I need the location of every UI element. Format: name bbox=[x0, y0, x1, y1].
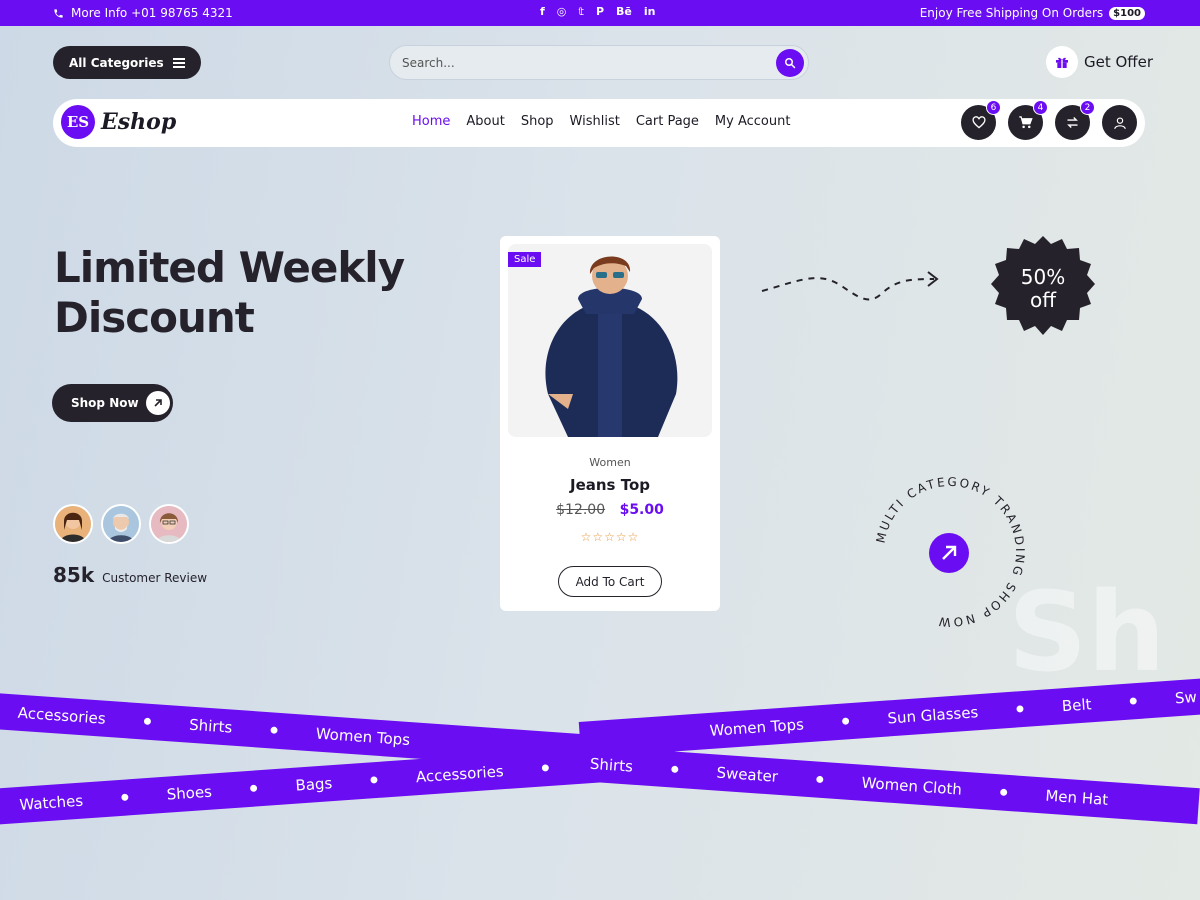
all-categories-button[interactable]: All Categories bbox=[53, 46, 201, 79]
get-offer-link[interactable]: Get Offer bbox=[1046, 46, 1153, 78]
ribbon-item[interactable]: Sw bbox=[1174, 688, 1197, 707]
category-ribbon-top-right: Women Tops ● Sun Glasses ● Belt ● Sw bbox=[578, 677, 1200, 758]
product-category[interactable]: Women bbox=[500, 456, 720, 469]
contact-info: More Info +01 98765 4321 bbox=[53, 6, 233, 20]
wishlist-count: 6 bbox=[986, 100, 1001, 115]
new-price: $5.00 bbox=[619, 502, 664, 518]
hero-title: Limited Weekly Discount bbox=[54, 243, 405, 342]
shipping-info: Enjoy Free Shipping On Orders $100 bbox=[920, 6, 1145, 20]
nav-item-home[interactable]: Home bbox=[412, 114, 450, 129]
logo-mark: ES bbox=[61, 105, 95, 139]
avatar bbox=[53, 504, 93, 544]
cart-button[interactable]: 4 bbox=[1008, 100, 1048, 140]
avatar bbox=[149, 504, 189, 544]
shipping-badge: $100 bbox=[1109, 6, 1145, 20]
linkedin-icon[interactable]: in bbox=[644, 5, 656, 18]
discount-percent: 50% bbox=[1021, 265, 1065, 289]
account-button[interactable] bbox=[1102, 105, 1137, 140]
behance-icon[interactable]: Bē bbox=[616, 5, 632, 18]
heart-icon bbox=[972, 115, 985, 129]
social-links: f ◎ 𝕥 P Bē in bbox=[540, 5, 656, 18]
ribbon-item[interactable]: Shirts bbox=[189, 716, 233, 737]
search-input[interactable] bbox=[402, 55, 776, 70]
gift-icon bbox=[1046, 46, 1078, 78]
shop-now-button[interactable]: Shop Now bbox=[52, 384, 173, 422]
sale-badge: Sale bbox=[508, 252, 542, 267]
instagram-icon[interactable]: ◎ bbox=[557, 5, 567, 18]
phone-icon bbox=[54, 8, 63, 18]
shop-now-label: Shop Now bbox=[71, 396, 139, 410]
product-price: $12.00 $5.00 bbox=[500, 502, 720, 518]
ribbon-item[interactable]: Sun Glasses bbox=[887, 703, 979, 727]
rating-stars: ☆☆☆☆☆ bbox=[580, 530, 640, 544]
ribbon-item[interactable]: Men Hat bbox=[1045, 787, 1109, 809]
cart-count: 4 bbox=[1033, 100, 1048, 115]
ribbon-item[interactable]: Women Tops bbox=[315, 725, 410, 750]
background-watermark: Sh bbox=[1008, 568, 1166, 696]
ribbon-item[interactable]: Shoes bbox=[166, 783, 212, 804]
category-ribbon-bottom-right: Shirts ● Sweater ● Women Cloth ● Men Hat bbox=[578, 745, 1200, 825]
product-name[interactable]: Jeans Top bbox=[500, 476, 720, 494]
twitter-icon[interactable]: 𝕥 bbox=[578, 5, 584, 18]
compare-button[interactable]: 2 bbox=[1055, 100, 1095, 140]
search-bar bbox=[389, 45, 809, 80]
circular-shop-badge[interactable]: MULTI CATEGORY TRANDING SHOP NOW bbox=[870, 472, 1030, 632]
menu-icon bbox=[173, 57, 185, 68]
product-image[interactable] bbox=[508, 244, 712, 437]
all-categories-label: All Categories bbox=[69, 55, 164, 70]
ribbon-item[interactable]: Accessories bbox=[17, 704, 106, 728]
avatar bbox=[101, 504, 141, 544]
nav-item-about[interactable]: About bbox=[466, 114, 504, 129]
search-icon bbox=[785, 57, 796, 68]
wishlist-button[interactable]: 6 bbox=[961, 100, 1001, 140]
top-bar: More Info +01 98765 4321 f ◎ 𝕥 P Bē in E… bbox=[0, 0, 1200, 26]
nav-item-shop[interactable]: Shop bbox=[521, 114, 554, 129]
logo-text: Eshop bbox=[101, 109, 177, 135]
search-button[interactable] bbox=[776, 48, 804, 77]
ribbon-item[interactable]: Sweater bbox=[716, 764, 779, 786]
ribbon-item[interactable]: Women Tops bbox=[709, 715, 804, 740]
ribbon-item[interactable]: Belt bbox=[1061, 695, 1092, 715]
ribbon-item[interactable]: Bags bbox=[295, 774, 333, 795]
arrow-up-right-icon bbox=[145, 391, 170, 415]
dashed-arrow-decoration bbox=[761, 271, 939, 301]
pinterest-icon[interactable]: P bbox=[596, 5, 604, 18]
nav-item-cart-page[interactable]: Cart Page bbox=[636, 114, 699, 129]
ribbon-item[interactable]: Shirts bbox=[589, 755, 633, 776]
discount-off: off bbox=[1030, 288, 1057, 312]
nav-menu: Home About Shop Wishlist Cart Page My Ac… bbox=[412, 114, 790, 129]
review-count: 85k bbox=[53, 563, 95, 587]
main-navbar: ES Eshop Home About Shop Wishlist Cart P… bbox=[53, 99, 1145, 147]
add-to-cart-button[interactable]: Add To Cart bbox=[558, 566, 662, 597]
ribbon-item[interactable]: Women Cloth bbox=[861, 774, 962, 799]
product-card[interactable]: Sale Women Jeans Top $12.00 $5.00 ☆☆☆☆☆ … bbox=[500, 236, 720, 611]
facebook-icon[interactable]: f bbox=[540, 5, 545, 18]
nav-icons: 6 4 2 bbox=[961, 100, 1137, 140]
category-ribbon-bottom: Watches ● Shoes ● Bags ● Accessories ● bbox=[0, 745, 622, 826]
customer-review: 85k Customer Review bbox=[53, 563, 207, 587]
logo[interactable]: ES Eshop bbox=[61, 105, 176, 139]
review-label: Customer Review bbox=[102, 571, 208, 585]
nav-item-my-account[interactable]: My Account bbox=[715, 114, 791, 129]
contact-text[interactable]: More Info +01 98765 4321 bbox=[71, 6, 233, 20]
get-offer-label: Get Offer bbox=[1084, 53, 1154, 71]
cart-icon bbox=[1019, 116, 1033, 129]
compare-icon bbox=[1067, 117, 1078, 128]
nav-item-wishlist[interactable]: Wishlist bbox=[570, 114, 620, 129]
shipping-text: Enjoy Free Shipping On Orders bbox=[919, 6, 1104, 20]
discount-badge: 50% off bbox=[991, 236, 1095, 335]
ribbon-item[interactable]: Accessories bbox=[415, 762, 504, 786]
old-price: $12.00 bbox=[556, 502, 606, 518]
compare-count: 2 bbox=[1080, 100, 1095, 115]
user-icon bbox=[1113, 116, 1126, 129]
ribbon-item[interactable]: Watches bbox=[19, 792, 84, 814]
customer-avatars bbox=[53, 504, 189, 544]
